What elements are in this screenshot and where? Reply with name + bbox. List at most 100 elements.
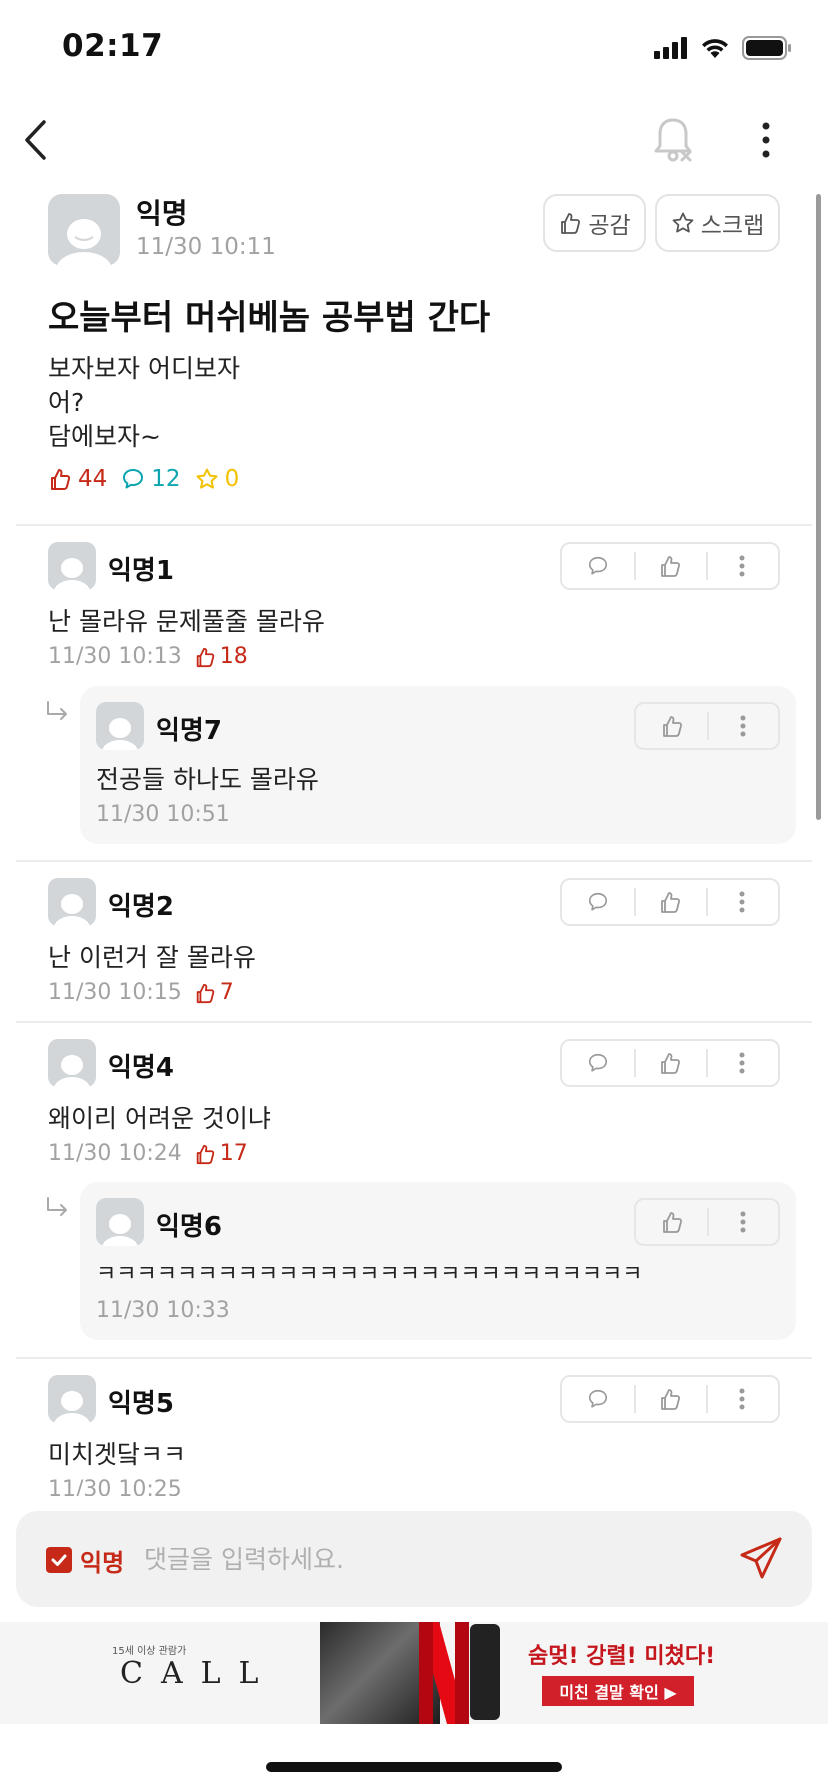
reply: 익명7 전공들 하나도 몰라유 11/30 10:51 bbox=[80, 686, 796, 844]
anonymous-checkbox[interactable] bbox=[46, 1547, 72, 1573]
comment-actions bbox=[560, 542, 780, 590]
comment-like-button[interactable] bbox=[634, 544, 706, 588]
avatar bbox=[48, 194, 120, 266]
reply-like-button[interactable] bbox=[636, 1200, 707, 1244]
scrap-count: 0 bbox=[195, 466, 240, 492]
avatar bbox=[48, 1039, 96, 1087]
comment-text: 미치겟닼ㅋㅋ bbox=[48, 1440, 187, 1469]
thumbs-up-icon bbox=[662, 1212, 682, 1233]
status-time: 02:17 bbox=[62, 28, 164, 64]
ad-phone-image bbox=[470, 1624, 500, 1720]
divider bbox=[16, 524, 812, 526]
post-title: 오늘부터 머쉬베놈 공부법 간다 bbox=[48, 298, 491, 338]
comment-input-bar: 익명 bbox=[16, 1511, 812, 1607]
star-icon bbox=[196, 468, 218, 489]
more-options-icon bbox=[740, 1211, 745, 1233]
comment-meta: 11/30 10:13 18 bbox=[48, 644, 248, 669]
divider bbox=[16, 860, 812, 862]
signal-icon bbox=[654, 37, 687, 59]
comment-count: 12 bbox=[121, 466, 181, 492]
comment-like-count-value: 18 bbox=[219, 644, 248, 669]
scrap-count-value: 0 bbox=[224, 466, 240, 492]
post-body-line: 보자보자 어디보자 bbox=[48, 354, 240, 383]
comment-actions bbox=[560, 1375, 780, 1423]
thumbs-up-icon bbox=[196, 983, 215, 1003]
comment-actions bbox=[560, 878, 780, 926]
reply-button[interactable] bbox=[562, 1041, 634, 1085]
avatar bbox=[48, 1375, 96, 1423]
avatar bbox=[48, 878, 96, 926]
comment-actions bbox=[560, 1039, 780, 1087]
reply-button[interactable] bbox=[562, 1377, 634, 1421]
comment-bubble-icon bbox=[123, 469, 144, 489]
reply-text: 전공들 하나도 몰라유 bbox=[96, 765, 319, 794]
scrap-button[interactable]: 스크랩 bbox=[655, 194, 780, 252]
more-options-icon bbox=[740, 715, 745, 737]
like-button[interactable]: 공감 bbox=[543, 194, 646, 252]
more-options-icon bbox=[739, 1388, 745, 1410]
comment-like-count: 18 bbox=[194, 644, 248, 669]
more-options-icon bbox=[739, 555, 745, 577]
reply-arrow-icon bbox=[47, 701, 67, 720]
reply-actions bbox=[634, 1198, 780, 1246]
comment-author: 익명5 bbox=[108, 1389, 174, 1419]
comment-author: 익명4 bbox=[108, 1053, 174, 1083]
reply-more-button[interactable] bbox=[707, 704, 778, 748]
ad-headline: 숨멎! 강렬! 미쳤다! bbox=[528, 1644, 716, 1669]
comment-bubble-icon bbox=[588, 892, 608, 911]
back-arrow-icon[interactable] bbox=[22, 118, 52, 162]
comment-author: 익명1 bbox=[108, 556, 174, 586]
post-stats: 44 12 0 bbox=[48, 466, 239, 492]
home-indicator[interactable] bbox=[266, 1762, 562, 1772]
ad-banner[interactable]: 15세 이상 관람가 CALL 숨멎! 강렬! 미쳤다! 미친 결말 확인 ▶ bbox=[0, 1622, 828, 1724]
thumbs-up-icon bbox=[661, 556, 681, 577]
thumbs-up-icon bbox=[661, 892, 681, 913]
more-options-icon[interactable] bbox=[756, 118, 776, 162]
comment-input[interactable] bbox=[144, 1535, 704, 1583]
comment-more-button[interactable] bbox=[706, 880, 778, 924]
comment-time: 11/30 10:15 bbox=[48, 980, 182, 1005]
reply-author: 익명7 bbox=[156, 716, 222, 746]
divider bbox=[16, 1021, 812, 1023]
reply-actions bbox=[634, 702, 780, 750]
comment-like-count-value: 7 bbox=[219, 980, 234, 1005]
more-options-icon bbox=[739, 1052, 745, 1074]
comment-like-button[interactable] bbox=[634, 1377, 706, 1421]
comment-meta: 11/30 10:15 7 bbox=[48, 980, 234, 1005]
comment-time: 11/30 10:24 bbox=[48, 1141, 182, 1166]
reply-like-button[interactable] bbox=[636, 704, 707, 748]
comment-count-value: 12 bbox=[151, 466, 181, 492]
send-icon[interactable] bbox=[738, 1535, 784, 1581]
divider bbox=[16, 1357, 812, 1359]
ad-logo: CALL bbox=[120, 1656, 277, 1691]
comment-bubble-icon bbox=[588, 1389, 608, 1408]
comment-like-button[interactable] bbox=[634, 880, 706, 924]
star-icon bbox=[672, 212, 694, 233]
avatar bbox=[48, 542, 96, 590]
comment-more-button[interactable] bbox=[706, 1041, 778, 1085]
thumbs-up-icon bbox=[661, 1389, 681, 1410]
reply-button[interactable] bbox=[562, 880, 634, 924]
comment-more-button[interactable] bbox=[706, 544, 778, 588]
ad-cta-button[interactable]: 미친 결말 확인 ▶ bbox=[542, 1676, 694, 1706]
thumbs-up-icon bbox=[662, 716, 682, 737]
post-body-line: 담에보자~ bbox=[48, 422, 161, 451]
like-count: 44 bbox=[48, 466, 107, 492]
notification-off-bell-icon[interactable] bbox=[652, 116, 694, 164]
like-button-label: 공감 bbox=[588, 213, 631, 239]
comment-clip: 익명5 미치겟닼ㅋㅋ 11/30 10:25 bbox=[0, 1360, 828, 1496]
scrollbar[interactable] bbox=[816, 194, 821, 820]
post-time: 11/30 10:11 bbox=[136, 234, 276, 260]
comment-more-button[interactable] bbox=[706, 1377, 778, 1421]
comment-like-button[interactable] bbox=[634, 1041, 706, 1085]
status-bar: 02:17 bbox=[0, 0, 828, 100]
comment-meta: 11/30 10:25 bbox=[48, 1477, 182, 1496]
post-author: 익명 bbox=[136, 197, 188, 230]
reply-button[interactable] bbox=[562, 544, 634, 588]
reply-more-button[interactable] bbox=[707, 1200, 778, 1244]
status-icons bbox=[654, 36, 792, 60]
ad-rating: 15세 이상 관람가 bbox=[112, 1646, 187, 1657]
anonymous-label[interactable]: 익명 bbox=[80, 1543, 124, 1578]
post-body-line: 어? bbox=[48, 388, 85, 417]
more-options-icon bbox=[739, 891, 745, 913]
